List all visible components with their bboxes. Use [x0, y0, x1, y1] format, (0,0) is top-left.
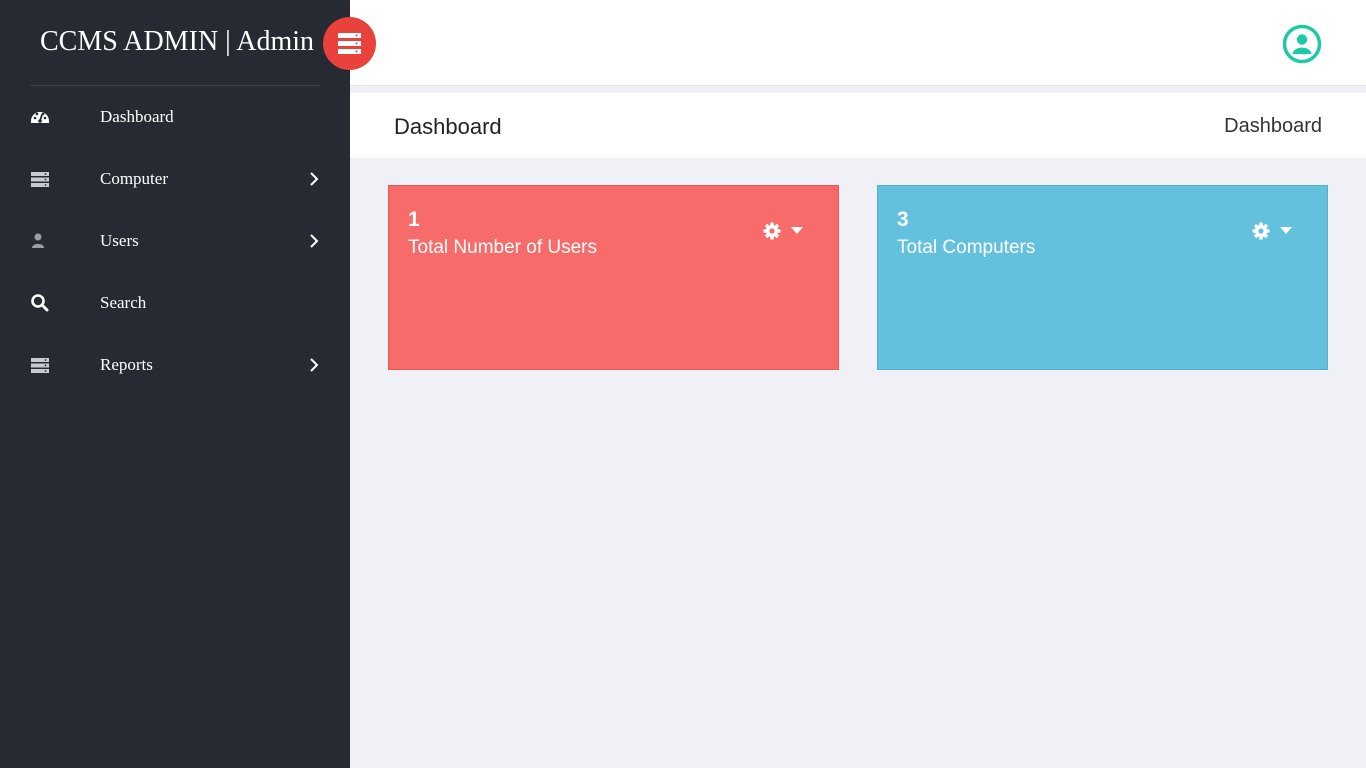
- server-icon: [30, 355, 50, 375]
- chevron-right-icon: [309, 234, 319, 248]
- sidebar: CCMS ADMIN | Admin Dashboard Computer Us…: [0, 0, 350, 768]
- page-header: Dashboard Dashboard: [350, 93, 1366, 158]
- sidebar-item-label: Users: [100, 231, 139, 250]
- chevron-right-icon: [309, 172, 319, 186]
- card-settings-dropdown[interactable]: [762, 220, 806, 242]
- sidebar-item-label: Reports: [100, 355, 153, 374]
- card-count: 1: [408, 208, 420, 231]
- sidebar-item-reports[interactable]: Reports: [0, 334, 350, 396]
- breadcrumb[interactable]: Dashboard: [1224, 115, 1322, 138]
- gear-icon: [1252, 222, 1270, 240]
- sidebar-menu: Dashboard Computer Users Search Reports: [0, 86, 350, 396]
- topbar: [350, 0, 1366, 86]
- caret-down-icon: [1280, 227, 1292, 234]
- sidebar-item-users[interactable]: Users: [0, 210, 350, 272]
- server-icon: [338, 33, 361, 54]
- card-label: Total Number of Users: [408, 237, 598, 258]
- users-stat-card: 1 Total Number of Users: [388, 185, 839, 370]
- chevron-right-icon: [309, 358, 319, 372]
- gear-icon: [763, 222, 781, 240]
- sidebar-item-search[interactable]: Search: [0, 272, 350, 334]
- sidebar-item-label: Computer: [100, 169, 168, 188]
- sidebar-item-computer[interactable]: Computer: [0, 148, 350, 210]
- caret-down-icon: [791, 227, 803, 234]
- card-count: 3: [897, 208, 909, 231]
- user-circle-icon[interactable]: [1282, 24, 1322, 64]
- card-label: Total Computers: [897, 237, 1036, 258]
- computers-stat-card: 3 Total Computers: [877, 185, 1328, 370]
- dashboard-icon: [30, 107, 50, 127]
- user-icon: [30, 231, 50, 251]
- sidebar-toggle-button[interactable]: [323, 17, 376, 70]
- sidebar-item-label: Search: [100, 293, 147, 312]
- server-icon: [30, 169, 50, 189]
- page-title: Dashboard: [394, 114, 502, 139]
- sidebar-item-dashboard[interactable]: Dashboard: [0, 86, 350, 148]
- sidebar-item-label: Dashboard: [100, 107, 174, 126]
- brand: CCMS ADMIN | Admin: [0, 0, 350, 86]
- brand-title: CCMS ADMIN | Admin: [40, 26, 314, 57]
- search-icon: [30, 293, 50, 313]
- card-settings-dropdown[interactable]: [1251, 220, 1295, 242]
